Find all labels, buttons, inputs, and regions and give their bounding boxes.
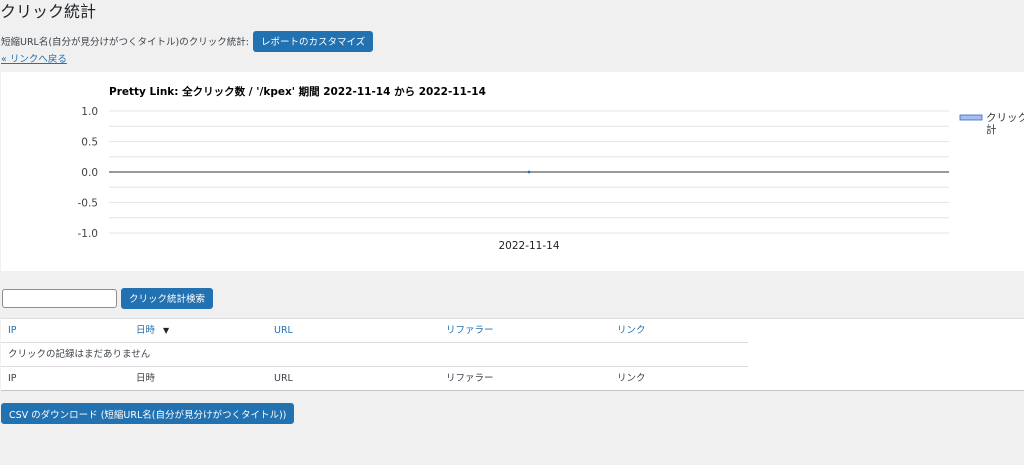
header-referrer[interactable]: リファラー bbox=[446, 319, 494, 343]
y-tick-label: 0.0 bbox=[81, 167, 98, 179]
subtitle-row: 短縮URL名(自分が見分けがつくタイトル)のクリック統計: レポートのカスタマイ… bbox=[1, 30, 374, 52]
footer-ip: IP bbox=[8, 373, 17, 384]
page-title: クリック統計 bbox=[0, 2, 97, 21]
legend-label: クリック bbox=[986, 112, 1024, 124]
table-header-row: IP 日時 ▼ URL リファラー リンク bbox=[1, 319, 748, 343]
footer-url: URL bbox=[274, 373, 293, 384]
header-ip[interactable]: IP bbox=[8, 319, 17, 343]
x-tick-label: 2022-11-14 bbox=[498, 240, 559, 252]
empty-message: クリックの記録はまだありません bbox=[8, 349, 151, 360]
clicks-table: IP 日時 ▼ URL リファラー リンク クリックの記録はまだありません IP … bbox=[1, 318, 1024, 391]
chart-panel: Pretty Link: 全クリック数 / '/kpex' 期間 2022-11… bbox=[1, 72, 1024, 271]
csv-download-button[interactable]: CSV のダウンロード (短縮URL名(自分が見分けがつくタイトル)) bbox=[1, 403, 295, 424]
y-tick-label: -1.0 bbox=[78, 228, 99, 240]
header-url[interactable]: URL bbox=[274, 319, 293, 343]
table-footer-row: IP 日時 URL リファラー リンク bbox=[1, 367, 748, 390]
data-point bbox=[527, 170, 531, 174]
search-input[interactable] bbox=[2, 288, 117, 308]
y-tick-label: -0.5 bbox=[78, 198, 99, 210]
header-datetime[interactable]: 日時 ▼ bbox=[136, 319, 169, 343]
back-to-links-link[interactable]: « リンクへ戻る bbox=[1, 51, 67, 65]
footer-link: リンク bbox=[617, 373, 646, 384]
legend-label: 計 bbox=[986, 123, 997, 136]
header-datetime-label: 日時 bbox=[136, 325, 156, 336]
subtitle-text: 短縮URL名(自分が見分けがつくタイトル)のクリック統計: bbox=[1, 37, 249, 48]
search-row: クリック統計検索 bbox=[2, 287, 214, 309]
legend-swatch bbox=[959, 114, 983, 121]
y-tick-label: 1.0 bbox=[81, 106, 98, 118]
y-tick-label: 0.5 bbox=[81, 137, 98, 149]
footer-referrer: リファラー bbox=[446, 373, 494, 384]
chart-title: Pretty Link: 全クリック数 / '/kpex' 期間 2022-11… bbox=[109, 85, 486, 98]
footer-datetime: 日時 bbox=[136, 373, 156, 384]
customize-report-button[interactable]: レポートのカスタマイズ bbox=[252, 30, 374, 52]
header-link[interactable]: リンク bbox=[617, 319, 646, 343]
sort-desc-icon: ▼ bbox=[163, 326, 170, 335]
search-clicks-button[interactable]: クリック統計検索 bbox=[121, 287, 214, 309]
click-chart: Pretty Link: 全クリック数 / '/kpex' 期間 2022-11… bbox=[78, 85, 1024, 252]
table-row: クリックの記録はまだありません bbox=[1, 343, 748, 367]
